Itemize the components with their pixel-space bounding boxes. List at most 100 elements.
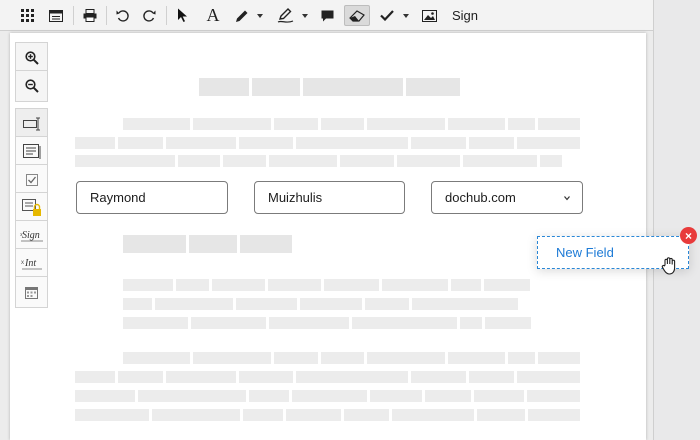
image-icon[interactable] — [420, 5, 438, 26]
skeleton-line — [274, 118, 318, 130]
skeleton-line — [538, 352, 580, 364]
toolbar: A Sign — [0, 0, 653, 31]
skeleton-line — [75, 371, 115, 383]
skeleton-line — [274, 352, 318, 364]
sign-button[interactable]: Sign — [452, 8, 478, 23]
print-icon[interactable] — [81, 5, 99, 26]
skeleton-heading — [189, 235, 237, 253]
skeleton-line — [540, 155, 562, 167]
skeleton-line — [451, 279, 481, 291]
skeleton-line — [239, 137, 293, 149]
eraser-icon[interactable] — [344, 5, 370, 26]
skeleton-line — [528, 409, 580, 421]
svg-text:Int: Int — [24, 258, 36, 269]
skeleton-line — [123, 118, 190, 130]
skeleton-line — [193, 118, 271, 130]
chevron-down-icon[interactable] — [403, 14, 409, 18]
skeleton-line — [448, 118, 505, 130]
skeleton-line — [269, 317, 349, 329]
skeleton-line — [448, 352, 505, 364]
skeleton-line — [166, 137, 236, 149]
redo-icon[interactable] — [141, 5, 157, 26]
checkmark-icon[interactable] — [379, 5, 395, 26]
svg-text:x: x — [20, 232, 23, 238]
skeleton-line — [370, 390, 422, 402]
pencil-icon[interactable] — [234, 5, 250, 26]
skeleton-line — [508, 352, 535, 364]
skeleton-line — [484, 279, 530, 291]
skeleton-line — [123, 279, 173, 291]
skeleton-line — [474, 390, 524, 402]
svg-text:Sign: Sign — [22, 230, 40, 241]
skeleton-line — [152, 409, 240, 421]
new-field-label: New Field — [556, 245, 614, 260]
skeleton-line — [538, 118, 580, 130]
chevron-down-icon[interactable] — [302, 14, 308, 18]
skeleton-line — [212, 279, 265, 291]
skeleton-line — [75, 137, 115, 149]
right-panel — [653, 0, 700, 440]
last-name-field[interactable]: Muizhulis — [254, 181, 405, 214]
undo-icon[interactable] — [114, 5, 130, 26]
skeleton-line — [352, 317, 457, 329]
close-icon[interactable]: × — [680, 227, 697, 244]
skeleton-line — [425, 390, 471, 402]
skeleton-line — [75, 409, 149, 421]
skeleton-heading — [199, 78, 249, 96]
grid-icon[interactable] — [18, 5, 36, 26]
skeleton-line — [367, 352, 445, 364]
skeleton-line — [463, 155, 537, 167]
pointer-icon[interactable] — [174, 5, 190, 26]
skeleton-line — [367, 118, 445, 130]
skeleton-line — [517, 371, 580, 383]
skeleton-line — [223, 155, 266, 167]
skeleton-line — [508, 118, 535, 130]
last-name-value: Muizhulis — [268, 190, 323, 205]
first-name-field[interactable]: Raymond — [76, 181, 228, 214]
skeleton-line — [340, 155, 394, 167]
skeleton-line — [249, 390, 289, 402]
skeleton-line — [397, 155, 460, 167]
skeleton-line — [236, 298, 297, 310]
domain-dropdown[interactable]: dochub.com — [431, 181, 583, 214]
skeleton-line — [176, 279, 209, 291]
skeleton-line — [344, 409, 389, 421]
skeleton-line — [118, 137, 163, 149]
skeleton-line — [382, 279, 448, 291]
skeleton-line — [239, 371, 293, 383]
highlighter-icon[interactable] — [276, 5, 296, 26]
chevron-down-icon — [564, 196, 570, 201]
skeleton-line — [269, 155, 337, 167]
skeleton-heading — [406, 78, 460, 96]
skeleton-line — [123, 317, 188, 329]
text-icon[interactable]: A — [204, 5, 222, 26]
skeleton-line — [75, 155, 175, 167]
domain-dropdown-value: dochub.com — [445, 190, 516, 205]
skeleton-line — [138, 390, 246, 402]
skeleton-line — [392, 409, 474, 421]
skeleton-line — [477, 409, 525, 421]
skeleton-line — [243, 409, 283, 421]
skeleton-line — [517, 137, 580, 149]
skeleton-line — [412, 298, 518, 310]
skeleton-line — [286, 409, 341, 421]
date-field-icon[interactable] — [15, 276, 48, 308]
skeleton-line — [191, 317, 266, 329]
chevron-down-icon[interactable] — [257, 14, 263, 18]
skeleton-line — [324, 279, 379, 291]
zoom-out-icon[interactable] — [15, 70, 48, 102]
skeleton-line — [411, 371, 466, 383]
pages-icon[interactable] — [47, 5, 65, 26]
skeleton-line — [193, 352, 271, 364]
skeleton-line — [123, 352, 190, 364]
skeleton-line — [166, 371, 236, 383]
grab-hand-icon — [661, 257, 676, 275]
skeleton-heading — [123, 235, 186, 253]
skeleton-line — [268, 279, 321, 291]
skeleton-line — [300, 298, 362, 310]
comment-icon[interactable] — [319, 5, 335, 26]
skeleton-heading — [303, 78, 403, 96]
skeleton-line — [469, 371, 514, 383]
skeleton-line — [118, 371, 163, 383]
skeleton-line — [296, 137, 408, 149]
